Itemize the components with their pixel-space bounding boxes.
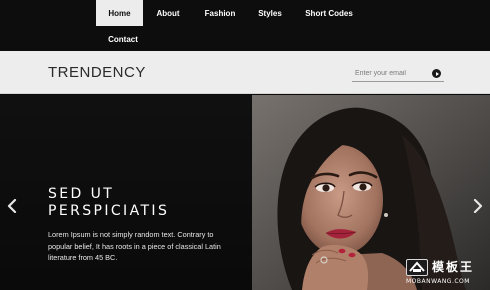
top-navigation: Home About Fashion Styles Short Codes Co… — [0, 0, 490, 51]
nav-item-about[interactable]: About — [148, 0, 188, 26]
slider-next-button[interactable] — [471, 198, 485, 214]
watermark-en-text: MOBANWANG.COM — [406, 278, 470, 285]
nav-item-styles[interactable]: Styles — [252, 0, 288, 26]
nav-item-short-codes[interactable]: Short Codes — [297, 0, 361, 26]
chevron-right-icon — [473, 199, 483, 213]
slide-title: SED UT PERSPICIATIS — [48, 186, 170, 219]
slide-description: Lorem Ipsum is not simply random text. C… — [48, 230, 221, 262]
nav-item-fashion[interactable]: Fashion — [198, 0, 242, 26]
watermark-logo-icon — [406, 259, 428, 276]
chevron-left-icon — [7, 199, 17, 213]
slider-prev-button[interactable] — [5, 198, 19, 214]
newsletter-form — [352, 66, 444, 82]
email-input[interactable] — [352, 66, 430, 81]
watermark-cn-text: 模板王 — [432, 260, 475, 274]
watermark: 模板王 MOBANWANG.COM — [404, 256, 486, 287]
nav-item-contact[interactable]: Contact — [100, 26, 146, 52]
site-header: TRENDENCY — [0, 51, 490, 94]
slide-caption-panel: SED UT PERSPICIATIS Lorem Ipsum is not s… — [0, 95, 252, 290]
site-logo[interactable]: TRENDENCY — [48, 64, 146, 81]
newsletter-submit-button[interactable] — [432, 69, 441, 78]
arrow-right-icon — [435, 71, 439, 76]
nav-item-home[interactable]: Home — [96, 0, 143, 26]
